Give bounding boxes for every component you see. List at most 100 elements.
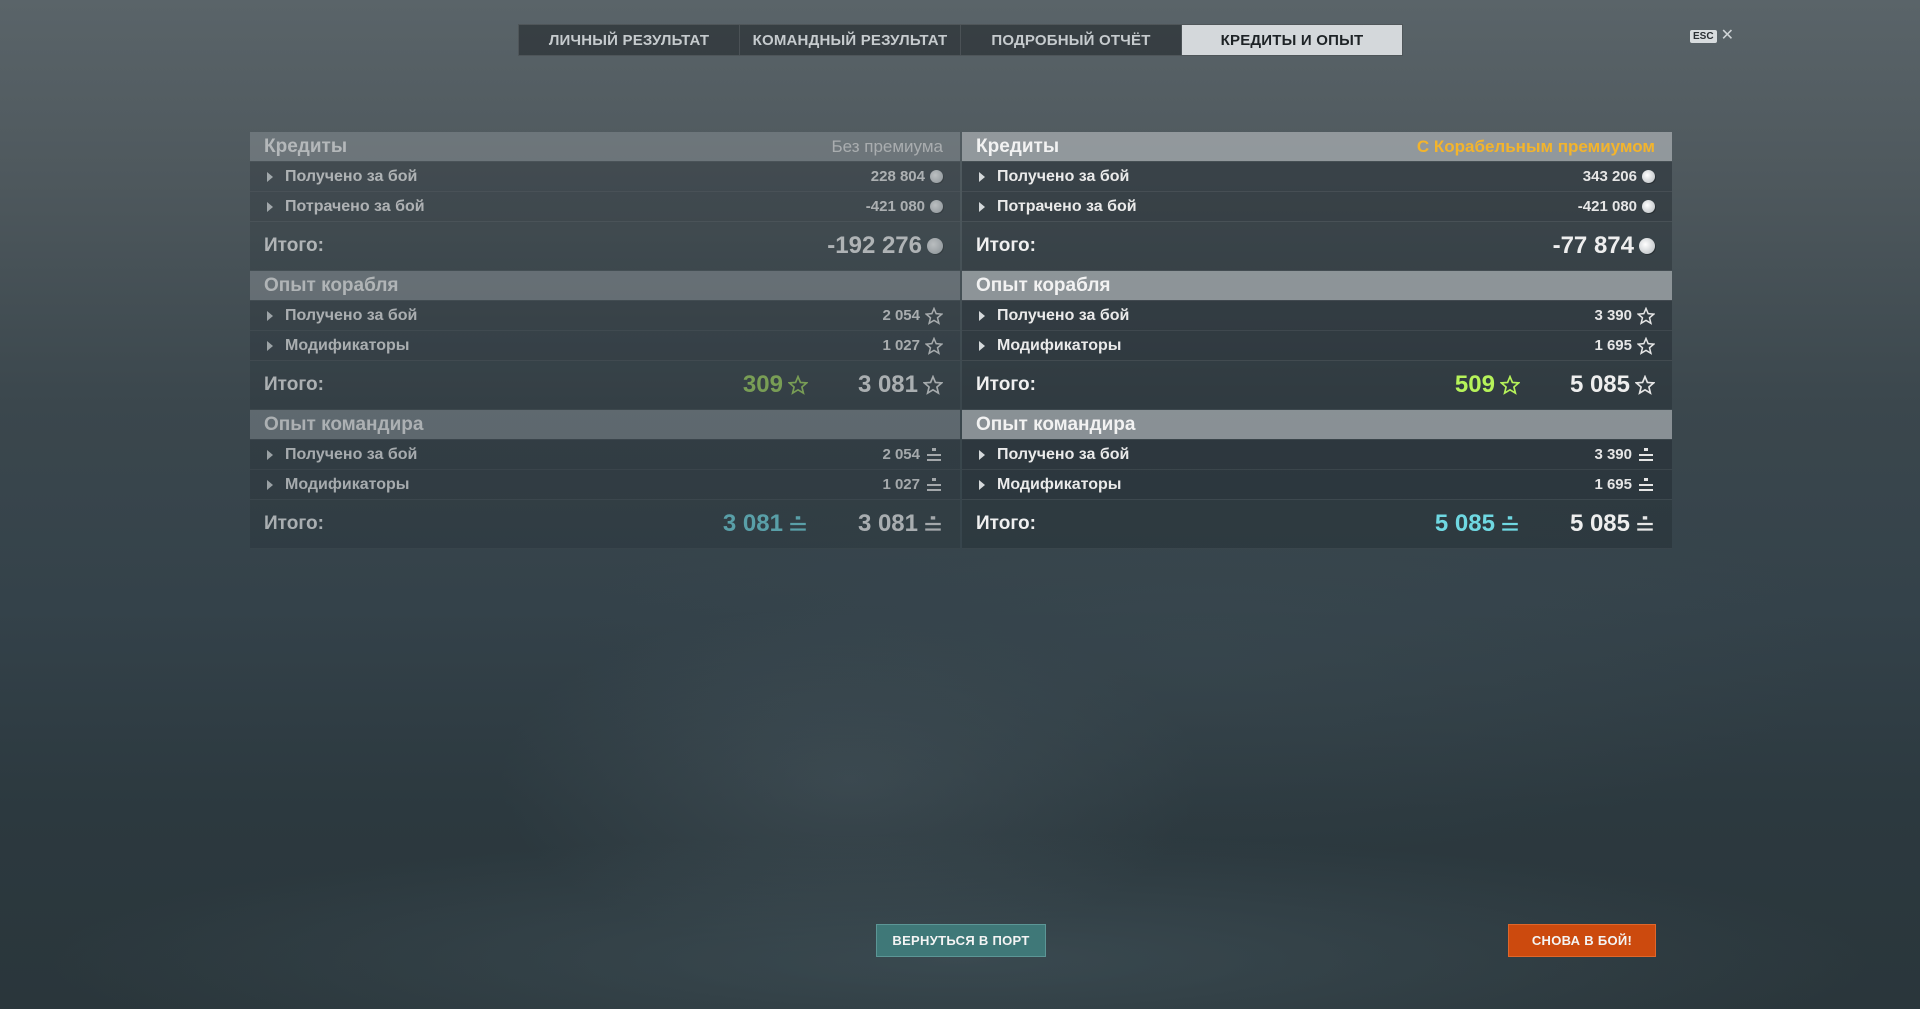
total-label: Итого: [976,374,1036,395]
row-label: Модификаторы [285,475,410,493]
star-icon [1637,306,1655,325]
commander-xp-total-value: 3 081 [858,510,943,538]
section-title: Кредиты [264,135,348,157]
ship-xp-modifiers-row[interactable]: Модификаторы 1 027 [250,330,960,360]
row-label: Потрачено за бой [997,197,1137,215]
commander-xp-header: Опыт командира [962,410,1672,439]
star-icon [923,375,943,395]
expand-caret-icon[interactable] [267,340,273,351]
commander-xp-icon [1500,515,1520,533]
commander-xp-modifiers-row[interactable]: Модификаторы 1 695 [962,469,1672,499]
panel-with-premium: Кредиты С Корабельным премиумом Получено… [962,132,1672,549]
row-value: -421 080 [1577,198,1637,215]
close-button[interactable]: ESC ✕ [1690,28,1734,44]
section-title: Опыт командира [976,413,1136,435]
row-value: 1 695 [1594,476,1632,493]
credits-earned-row[interactable]: Получено за бой 343 206 [962,161,1672,191]
star-icon [1637,336,1655,355]
row-label: Модификаторы [285,336,410,354]
commander-xp-earned-row[interactable]: Получено за бой 2 054 [250,439,960,469]
ship-xp-earned-row[interactable]: Получено за бой 2 054 [250,300,960,330]
commander-xp-total-row: Итого: 3 081 3 081 [250,499,960,549]
close-icon[interactable]: ✕ [1721,28,1734,44]
credit-coin-icon [927,238,943,254]
commander-xp-highlight-value: 5 085 [1435,510,1520,538]
tab-detailed-report[interactable]: ПОДРОБНЫЙ ОТЧЁТ [961,25,1182,55]
commander-xp-earned-row[interactable]: Получено за бой 3 390 [962,439,1672,469]
section-title: Опыт корабля [264,274,399,296]
ship-xp-earned-row[interactable]: Получено за бой 3 390 [962,300,1672,330]
row-value: 3 390 [1594,307,1632,324]
credits-total-value: -77 874 [1553,232,1655,260]
commander-xp-icon [925,477,943,493]
credits-header: Кредиты С Корабельным премиумом [962,132,1672,161]
row-value: 228 804 [870,168,925,185]
commander-xp-total-value: 5 085 [1570,510,1655,538]
commander-xp-icon [1635,515,1655,533]
tab-credits-and-xp[interactable]: КРЕДИТЫ И ОПЫТ [1182,25,1402,55]
credit-coin-icon [1639,238,1655,254]
row-label: Получено за бой [997,445,1130,463]
total-label: Итого: [264,513,324,534]
premium-status-label: Без премиума [831,136,943,156]
commander-xp-icon [1637,447,1655,463]
commander-xp-total-row: Итого: 5 085 5 085 [962,499,1672,549]
row-label: Получено за бой [285,306,418,324]
expand-caret-icon[interactable] [267,201,273,212]
row-value: 3 390 [1594,446,1632,463]
star-icon [1499,375,1520,395]
row-value: 2 054 [882,307,920,324]
ship-xp-modifiers-row[interactable]: Модификаторы 1 695 [962,330,1672,360]
expand-caret-icon[interactable] [267,479,273,490]
star-icon [925,336,943,355]
total-label: Итого: [976,235,1036,256]
battle-again-button[interactable]: СНОВА В БОЙ! [1508,924,1656,957]
expand-caret-icon[interactable] [979,310,985,321]
section-title: Кредиты [976,135,1060,157]
expand-caret-icon[interactable] [979,479,985,490]
expand-caret-icon[interactable] [979,171,985,182]
credits-spent-row[interactable]: Потрачено за бой -421 080 [250,191,960,221]
credits-spent-row[interactable]: Потрачено за бой -421 080 [962,191,1672,221]
row-value: -421 080 [865,198,925,215]
total-label: Итого: [976,513,1036,534]
ship-xp-total-row: Итого: 509 5 085 [962,360,1672,410]
ship-xp-total-value: 5 085 [1570,371,1655,399]
return-to-port-button[interactable]: ВЕРНУТЬСЯ В ПОРТ [876,924,1046,957]
expand-caret-icon[interactable] [267,310,273,321]
credit-coin-icon [1642,200,1655,213]
ship-xp-total-row: Итого: 309 3 081 [250,360,960,410]
ship-xp-highlight-value: 309 [743,371,808,399]
tab-team-result[interactable]: КОМАНДНЫЙ РЕЗУЛЬТАТ [740,25,961,55]
row-value: 2 054 [882,446,920,463]
expand-caret-icon[interactable] [267,449,273,460]
commander-xp-modifiers-row[interactable]: Модификаторы 1 027 [250,469,960,499]
credit-coin-icon [930,200,943,213]
credit-coin-icon [930,170,943,183]
expand-caret-icon[interactable] [267,171,273,182]
commander-xp-highlight-value: 3 081 [723,510,808,538]
row-label: Получено за бой [997,167,1130,185]
credits-earned-row[interactable]: Получено за бой 228 804 [250,161,960,191]
expand-caret-icon[interactable] [979,340,985,351]
tab-personal-result[interactable]: ЛИЧНЫЙ РЕЗУЛЬТАТ [519,25,740,55]
section-title: Опыт командира [264,413,424,435]
ship-xp-header: Опыт корабля [250,271,960,300]
commander-xp-icon [923,515,943,533]
star-icon [787,375,808,395]
result-tabs: ЛИЧНЫЙ РЕЗУЛЬТАТ КОМАНДНЫЙ РЕЗУЛЬТАТ ПОД… [518,24,1403,56]
panel-without-premium: Кредиты Без премиума Получено за бой 228… [250,132,960,549]
expand-caret-icon[interactable] [979,449,985,460]
credits-total-row: Итого: -77 874 [962,221,1672,271]
expand-caret-icon[interactable] [979,201,985,212]
star-icon [1635,375,1655,395]
row-value: 1 027 [882,337,920,354]
total-label: Итого: [264,235,324,256]
ship-xp-header: Опыт корабля [962,271,1672,300]
ship-xp-highlight-value: 509 [1455,371,1520,399]
credits-header: Кредиты Без премиума [250,132,960,161]
credit-coin-icon [1642,170,1655,183]
row-label: Модификаторы [997,336,1122,354]
commander-xp-header: Опыт командира [250,410,960,439]
row-label: Получено за бой [285,445,418,463]
